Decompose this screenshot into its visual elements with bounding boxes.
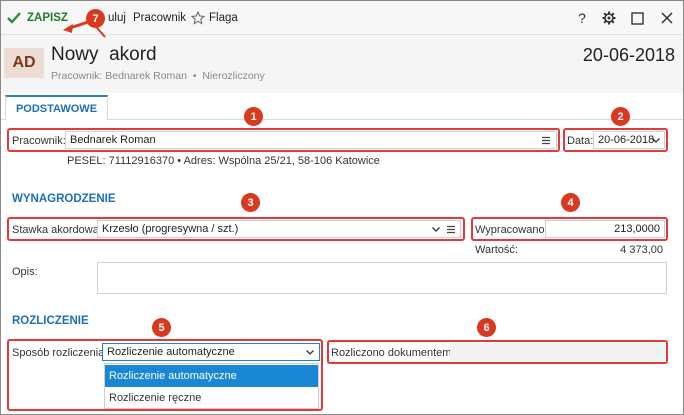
annotation-box-3 <box>7 217 465 241</box>
tab-podstawowe[interactable]: PODSTAWOWE <box>5 95 108 121</box>
annotation-box-1 <box>7 128 560 152</box>
annotation-badge-6: 6 <box>477 318 496 337</box>
page-subtitle: Pracownik: Bednarek Roman • Nierozliczon… <box>51 70 265 82</box>
annotation-badge-4: 4 <box>561 193 580 212</box>
value-field-value: 4 373,00 <box>620 244 663 256</box>
annotation-badge-3: 3 <box>241 193 260 212</box>
annotation-box-2 <box>563 128 668 152</box>
close-icon <box>661 12 673 24</box>
pesel-address-info: PESEL: 71112916370 • Adres: Wspólna 25/2… <box>67 155 380 167</box>
annotation-box-6 <box>327 340 668 364</box>
save-button[interactable]: ZAPISZ <box>7 1 68 35</box>
section-title-settlement: ROZLICZENIE <box>12 315 89 327</box>
gear-icon <box>602 11 616 25</box>
annotation-box-4 <box>471 217 668 241</box>
maximize-icon <box>630 11 644 25</box>
annotation-badge-5: 5 <box>152 318 171 337</box>
app-window: ZAPISZ uluj Pracownik Flaga ? AD Nowy ak… <box>0 0 684 415</box>
employee-label: Pracownik <box>133 12 187 24</box>
tab-bar: PODSTAWOWE <box>1 93 683 121</box>
header-date: 20-06-2018 <box>582 45 675 65</box>
close-button[interactable] <box>656 7 678 29</box>
employee-button[interactable]: Pracownik <box>133 1 186 35</box>
help-button[interactable]: ? <box>571 7 593 29</box>
star-icon <box>191 11 205 25</box>
header: AD Nowy akord Pracownik: Bednarek Roman … <box>1 35 683 93</box>
flag-button[interactable]: Flaga <box>191 1 238 35</box>
annotation-badge-1: 1 <box>244 107 263 126</box>
annotation-badge-2: 2 <box>611 107 630 126</box>
description-field[interactable] <box>97 262 667 294</box>
avatar: AD <box>4 48 44 78</box>
settings-button[interactable] <box>598 7 620 29</box>
flag-label: Flaga <box>209 12 238 24</box>
section-title-salary: WYNAGRODZENIE <box>12 193 116 205</box>
annotation-box-5 <box>7 339 323 411</box>
description-field-label: Opis: <box>12 266 38 278</box>
help-icon: ? <box>578 10 586 26</box>
annotation-arrow-icon <box>63 19 106 38</box>
page-title: Nowy akord <box>51 44 157 65</box>
value-field-label: Wartość: <box>475 244 518 256</box>
maximize-button[interactable] <box>626 7 648 29</box>
checkmark-icon <box>7 12 21 24</box>
